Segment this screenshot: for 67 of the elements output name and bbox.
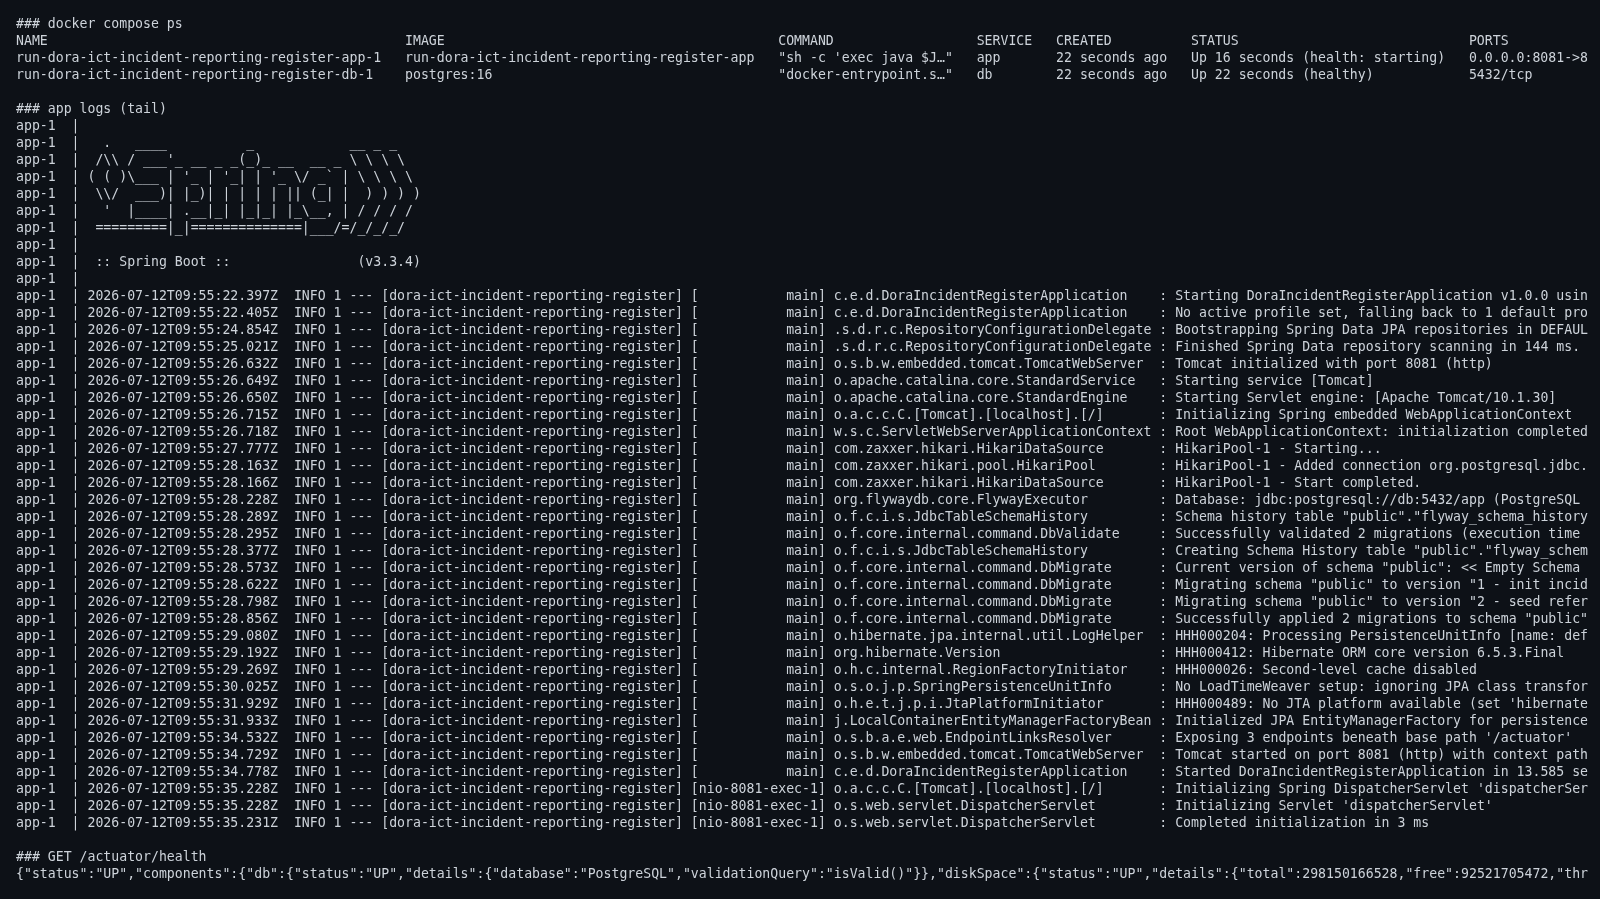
log-line: app-1 | =========|_|==============|___/=/_/_/_/ — [16, 219, 406, 236]
table-cell: Up 16 seconds (health: starting) — [1191, 49, 1446, 66]
log-line: app-1 | 2026-07-12T09:55:22.405Z INFO 1 --- [dora-ict-incident-reporting-register] [ main] c.e.d.DoraIncidentRegisterApplication : No active profile set, falling back to 1 default pro — [16, 304, 1589, 321]
log-line: app-1 | 2026-07-12T09:55:34.778Z INFO 1 --- [dora-ict-incident-reporting-register] [ main] c.e.d.DoraIncidentRegisterApplication : Started DoraIncidentRegisterApplication in 13.585 se — [16, 763, 1589, 780]
log-line: app-1 | ( ( )\___ | '_ | '_| | '_ \/ _` | \ \ \ \ — [16, 168, 413, 185]
log-line: app-1 | 2026-07-12T09:55:28.377Z INFO 1 --- [dora-ict-incident-reporting-register] [ main] o.f.c.i.s.JdbcTableSchemaHistory : Creating Schema History table "public"."flyway_schem — [16, 542, 1589, 559]
log-line: app-1 | 2026-07-12T09:55:35.228Z INFO 1 --- [dora-ict-incident-reporting-register] [nio-8081-exec-1] o.a.c.c.C.[Tomcat].[localhost].[/] : Initializing Spring DispatcherServlet 'dispatcherSer — [16, 780, 1589, 797]
table-cell: db — [976, 66, 993, 83]
column-header: SERVICE — [976, 32, 1033, 49]
log-line: app-1 | :: Spring Boot :: (v3.3.4) — [16, 253, 421, 270]
log-line: app-1 | 2026-07-12T09:55:26.650Z INFO 1 --- [dora-ict-incident-reporting-register] [ main] o.apache.catalina.core.StandardEngine : Starting Servlet engine: [Apache Tomcat/10.1.30] — [16, 389, 1557, 406]
log-line: app-1 | /\\ / ___'_ __ _ _(_)_ __ __ _ \ \ \ \ — [16, 151, 406, 168]
column-header: PORTS — [1468, 32, 1509, 49]
log-line: app-1 | 2026-07-12T09:55:22.397Z INFO 1 --- [dora-ict-incident-reporting-register] [ main] c.e.d.DoraIncidentRegisterApplication : Starting DoraIncidentRegisterApplication v1.0.0 usin — [16, 287, 1589, 304]
log-line: app-1 | 2026-07-12T09:55:35.231Z INFO 1 --- [dora-ict-incident-reporting-register] [nio-8081-exec-1] o.s.web.servlet.DispatcherServlet : Completed initialization in 3 ms — [16, 814, 1430, 831]
table-cell: 22 seconds ago — [1056, 49, 1168, 66]
table-cell: "sh -c 'exec java $J…" — [778, 49, 953, 66]
table-cell: "docker-entrypoint.s…" — [778, 66, 953, 83]
log-line: app-1 | 2026-07-12T09:55:28.289Z INFO 1 --- [dora-ict-incident-reporting-register] [ main] o.f.c.i.s.JdbcTableSchemaHistory : Schema history table "public"."flyway_schema_history — [16, 508, 1589, 525]
log-line: app-1 | 2026-07-12T09:55:35.228Z INFO 1 --- [dora-ict-incident-reporting-register] [nio-8081-exec-1] o.s.web.servlet.DispatcherServlet : Initializing Servlet 'dispatcherServlet' — [16, 797, 1493, 814]
log-line: app-1 | 2026-07-12T09:55:25.021Z INFO 1 --- [dora-ict-incident-reporting-register] [ main] .s.d.r.c.RepositoryConfigurationDelegate : Finished Spring Data repository scanning in 144 ms. — [16, 338, 1581, 355]
json-response: {"status":"UP","components":{"db":{"status":"UP","details":{"database":"PostgreSQL","validationQuery":"isValid()"}},"diskSpace":{"status":"UP","details":{"total":298150166528,"free":92521705472,"thr — [16, 865, 1589, 882]
column-header: NAME — [16, 32, 48, 49]
table-cell: app — [976, 49, 1001, 66]
log-line: app-1 | 2026-07-12T09:55:28.166Z INFO 1 --- [dora-ict-incident-reporting-register] [ main] com.zaxxer.hikari.HikariDataSource : HikariPool-1 - Start completed. — [16, 474, 1422, 491]
log-line: app-1 | 2026-07-12T09:55:28.228Z INFO 1 --- [dora-ict-incident-reporting-register] [ main] org.flywaydb.core.FlywayExecutor : Database: jdbc:postgresql://db:5432/app (PostgreSQL — [16, 491, 1581, 508]
log-line: app-1 | — [16, 270, 80, 287]
table-cell: postgres:16 — [405, 66, 493, 83]
log-line: app-1 | 2026-07-12T09:55:34.532Z INFO 1 --- [dora-ict-incident-reporting-register] [ main] o.s.b.a.e.web.EndpointLinksResolver : Exposing 3 endpoints beneath base path '/actuator' — [16, 729, 1573, 746]
section-heading: ### docker compose ps — [16, 15, 183, 32]
log-line: app-1 | 2026-07-12T09:55:34.729Z INFO 1 --- [dora-ict-incident-reporting-register] [ main] o.s.b.w.embedded.tomcat.TomcatWebServer : Tomcat started on port 8081 (http) with context path — [16, 746, 1589, 763]
log-line: app-1 | . ____ _ __ _ _ — [16, 134, 398, 151]
table-cell: 22 seconds ago — [1056, 66, 1168, 83]
column-header: CREATED — [1056, 32, 1112, 49]
log-line: app-1 | 2026-07-12T09:55:28.295Z INFO 1 --- [dora-ict-incident-reporting-register] [ main] o.f.core.internal.command.DbValidate : Successfully validated 2 migrations (execution time — [16, 525, 1581, 542]
column-header: IMAGE — [405, 32, 445, 49]
log-line: app-1 | 2026-07-12T09:55:29.080Z INFO 1 --- [dora-ict-incident-reporting-register] [ main] o.hibernate.jpa.internal.util.LogHelper : HHH000204: Processing PersistenceUnitInfo [name: def — [16, 627, 1589, 644]
table-cell: run-dora-ict-incident-reporting-register-app — [405, 49, 755, 66]
table-cell: run-dora-ict-incident-reporting-register-db-1 — [16, 66, 374, 83]
section-heading: ### app logs (tail) — [16, 100, 167, 117]
log-line: app-1 | 2026-07-12T09:55:26.718Z INFO 1 --- [dora-ict-incident-reporting-register] [ main] w.s.c.ServletWebServerApplicationContext : Root WebApplicationContext: initialization completed — [16, 423, 1589, 440]
column-header: STATUS — [1191, 32, 1239, 49]
log-line: app-1 | 2026-07-12T09:55:28.163Z INFO 1 --- [dora-ict-incident-reporting-register] [ main] com.zaxxer.hikari.pool.HikariPool : HikariPool-1 - Added connection org.postgresql.jdbc. — [16, 457, 1589, 474]
log-line: app-1 | ' |____| .__|_| |_|_| |_\__, | / / / / — [16, 202, 413, 219]
log-line: app-1 | 2026-07-12T09:55:31.929Z INFO 1 --- [dora-ict-incident-reporting-register] [ main] o.h.e.t.j.p.i.JtaPlatformInitiator : HHH000489: No JTA platform available (set 'hibernate — [16, 695, 1589, 712]
log-line: app-1 | 2026-07-12T09:55:28.856Z INFO 1 --- [dora-ict-incident-reporting-register] [ main] o.f.core.internal.command.DbMigrate : Successfully applied 2 migrations to schema "public" — [16, 610, 1589, 627]
table-cell: run-dora-ict-incident-reporting-register-app-1 — [16, 49, 382, 66]
log-line: app-1 | 2026-07-12T09:55:29.269Z INFO 1 --- [dora-ict-incident-reporting-register] [ main] o.h.c.internal.RegionFactoryInitiator : HHH000026: Second-level cache disabled — [16, 661, 1477, 678]
log-line: app-1 | 2026-07-12T09:55:26.649Z INFO 1 --- [dora-ict-incident-reporting-register] [ main] o.apache.catalina.core.StandardService : Starting service [Tomcat] — [16, 372, 1374, 389]
log-line: app-1 | 2026-07-12T09:55:27.777Z INFO 1 --- [dora-ict-incident-reporting-register] [ main] com.zaxxer.hikari.HikariDataSource : HikariPool-1 - Starting... — [16, 440, 1382, 457]
log-line: app-1 | 2026-07-12T09:55:29.192Z INFO 1 --- [dora-ict-incident-reporting-register] [ main] org.hibernate.Version : HHH000412: Hibernate ORM core version 6.5.3.Final — [16, 644, 1565, 661]
log-line: app-1 | — [16, 117, 80, 134]
table-cell: 0.0.0.0:8081->8 — [1468, 49, 1588, 66]
log-line: app-1 | 2026-07-12T09:55:31.933Z INFO 1 --- [dora-ict-incident-reporting-register] [ main] j.LocalContainerEntityManagerFactoryBean : Initialized JPA EntityManagerFactory for persistence — [16, 712, 1589, 729]
section-heading: ### GET /actuator/health — [16, 848, 207, 865]
column-header: COMMAND — [778, 32, 834, 49]
log-line: app-1 | \\/ ___)| |_)| | | | | || (_| | ) ) ) ) — [16, 185, 421, 202]
log-line: app-1 | 2026-07-12T09:55:28.622Z INFO 1 --- [dora-ict-incident-reporting-register] [ main] o.f.core.internal.command.DbMigrate : Migrating schema "public" to version "1 - init incid — [16, 576, 1589, 593]
log-line: app-1 | 2026-07-12T09:55:24.854Z INFO 1 --- [dora-ict-incident-reporting-register] [ main] .s.d.r.c.RepositoryConfigurationDelegate : Bootstrapping Spring Data JPA repositories in DEFAUL — [16, 321, 1589, 338]
log-line: app-1 | 2026-07-12T09:55:28.573Z INFO 1 --- [dora-ict-incident-reporting-register] [ main] o.f.core.internal.command.DbMigrate : Current version of schema "public": << Empty Schema — [16, 559, 1581, 576]
table-cell: 5432/tcp — [1468, 66, 1533, 83]
log-line: app-1 | 2026-07-12T09:55:30.025Z INFO 1 --- [dora-ict-incident-reporting-register] [ main] o.s.o.j.p.SpringPersistenceUnitInfo : No LoadTimeWeaver setup: ignoring JPA class transfor — [16, 678, 1589, 695]
log-line: app-1 | 2026-07-12T09:55:26.632Z INFO 1 --- [dora-ict-incident-reporting-register] [ main] o.s.b.w.embedded.tomcat.TomcatWebServer : Tomcat initialized with port 8081 (http) — [16, 355, 1493, 372]
table-cell: Up 22 seconds (healthy) — [1191, 66, 1374, 83]
log-line: app-1 | 2026-07-12T09:55:26.715Z INFO 1 --- [dora-ict-incident-reporting-register] [ main] o.a.c.c.C.[Tomcat].[localhost].[/] : Initializing Spring embedded WebApplicationContext — [16, 406, 1573, 423]
log-line: app-1 | 2026-07-12T09:55:28.798Z INFO 1 --- [dora-ict-incident-reporting-register] [ main] o.f.core.internal.command.DbMigrate : Migrating schema "public" to version "2 - seed refer — [16, 593, 1589, 610]
log-line: app-1 | — [16, 236, 80, 253]
